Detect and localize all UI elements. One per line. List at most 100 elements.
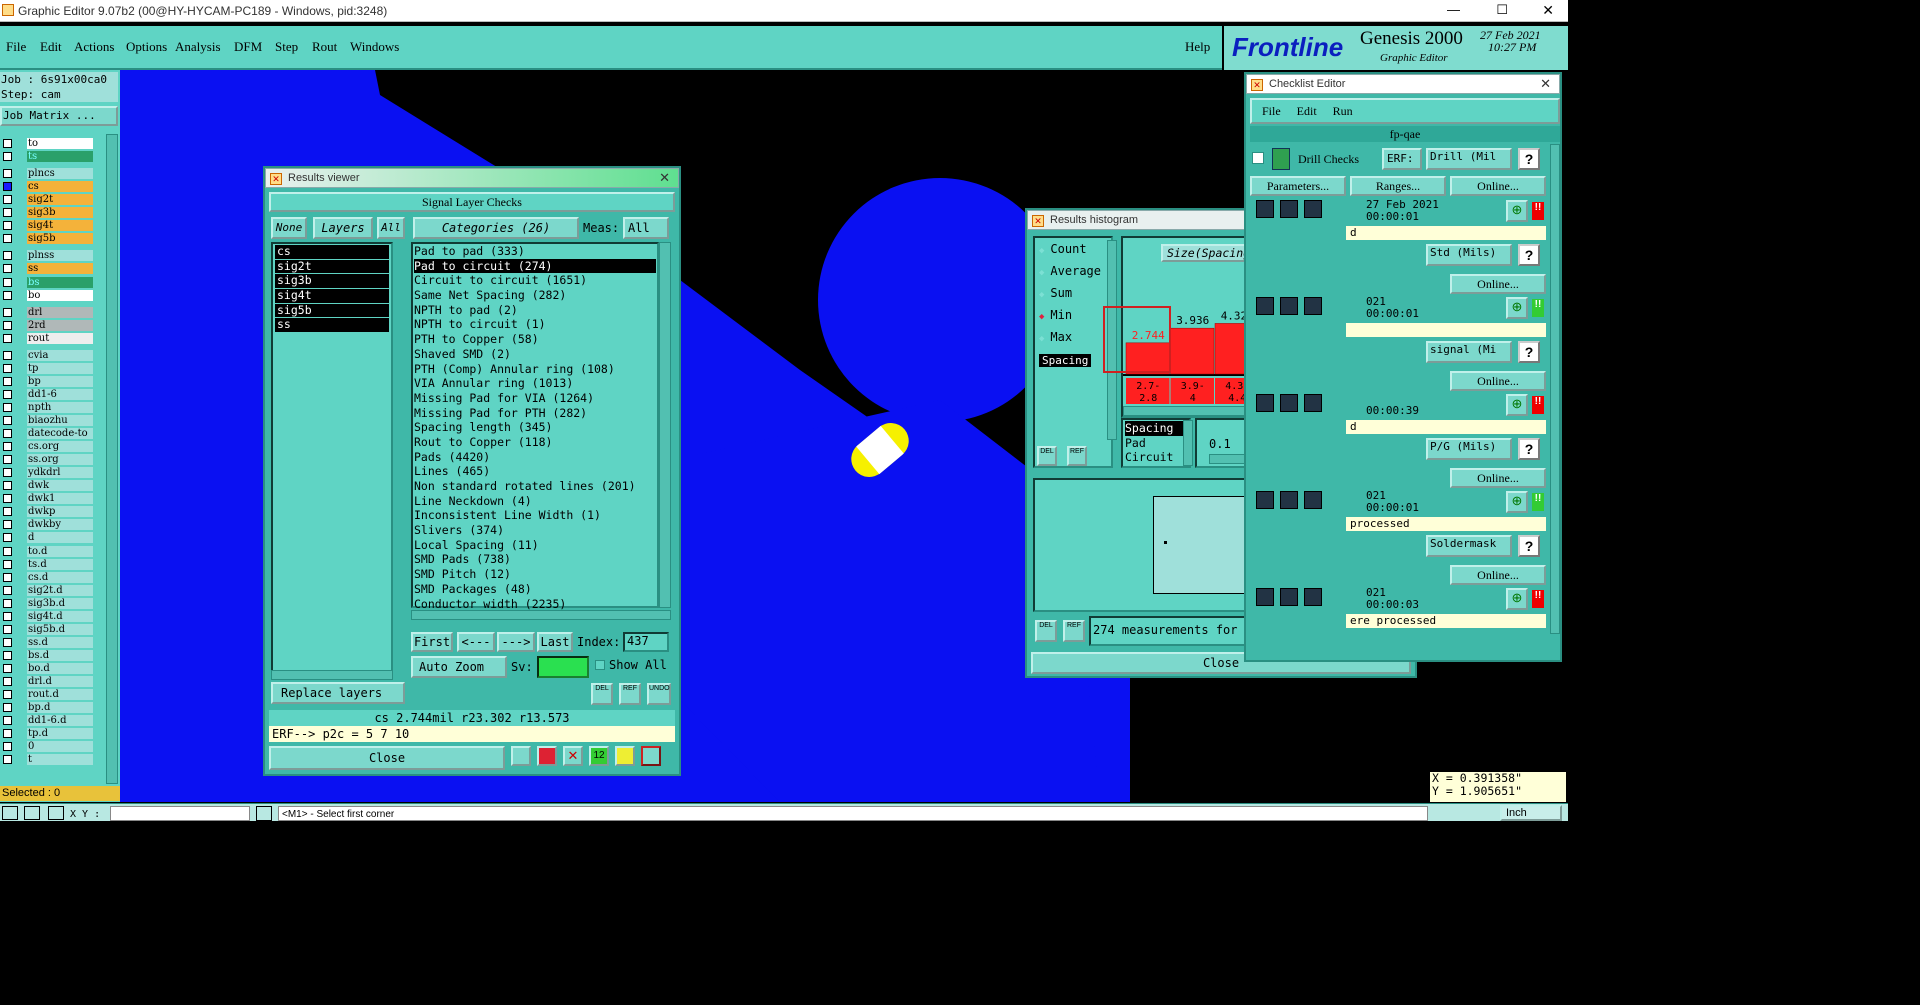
help-menu[interactable]: Help bbox=[1185, 39, 1210, 55]
menu-rout[interactable]: Rout bbox=[312, 39, 337, 55]
histogram-icon[interactable] bbox=[641, 746, 661, 766]
layer-checkbox[interactable] bbox=[3, 755, 12, 765]
layer-row[interactable]: tp.d bbox=[27, 728, 93, 740]
ref-button[interactable]: REF bbox=[619, 683, 641, 705]
category-item[interactable]: Slivers (374) bbox=[414, 523, 656, 538]
menu-options[interactable]: Options bbox=[126, 39, 167, 55]
layer-checkbox[interactable] bbox=[3, 598, 12, 608]
layer-checkbox[interactable] bbox=[3, 277, 12, 287]
layer-checkbox[interactable] bbox=[3, 264, 12, 274]
parameters-button[interactable]: Parameters... bbox=[1250, 176, 1346, 196]
category-item[interactable]: Missing Pad for PTH (282) bbox=[414, 406, 656, 421]
layer-row[interactable]: dwk bbox=[27, 480, 93, 492]
layer-row[interactable]: 2rd bbox=[27, 319, 93, 331]
layer-checkbox[interactable] bbox=[3, 208, 12, 218]
layer-checkbox[interactable] bbox=[3, 402, 12, 412]
layer-checkbox[interactable] bbox=[3, 637, 12, 647]
maximize-button[interactable]: ☐ bbox=[1496, 2, 1508, 18]
show-all-checkbox[interactable] bbox=[595, 660, 605, 670]
category-item[interactable]: Shaved SMD (2) bbox=[414, 347, 656, 362]
none-button[interactable]: None bbox=[271, 217, 307, 239]
category-item[interactable]: Pads (4420) bbox=[414, 450, 656, 465]
result-layer-item[interactable]: ss bbox=[275, 318, 389, 333]
run-icon[interactable] bbox=[1256, 491, 1274, 509]
layer-row[interactable]: sig3b.d bbox=[27, 597, 93, 609]
ranges-button[interactable]: Ranges... bbox=[1350, 176, 1446, 196]
job-matrix-button[interactable]: Job Matrix ... bbox=[0, 106, 118, 126]
auto-zoom-dropdown[interactable]: Auto Zoom bbox=[411, 656, 507, 678]
layer-checkbox[interactable] bbox=[3, 494, 12, 504]
undo-button[interactable]: UNDO bbox=[647, 683, 671, 705]
layer-checkbox[interactable] bbox=[3, 221, 12, 231]
cross-tool-icon[interactable] bbox=[24, 806, 40, 820]
category-item[interactable]: SMD Packages (48) bbox=[414, 582, 656, 597]
option-sum[interactable]: ◆ Sum bbox=[1035, 286, 1111, 308]
run-icon[interactable] bbox=[1304, 394, 1322, 412]
hist-ref-button[interactable]: REF bbox=[1067, 446, 1087, 466]
layer-row[interactable]: bo bbox=[27, 289, 93, 301]
minimize-button[interactable]: — bbox=[1447, 2, 1460, 17]
checklist-close-x[interactable]: ✕ bbox=[1540, 75, 1551, 93]
layer-row[interactable]: drl bbox=[27, 306, 93, 318]
checklist-titlebar[interactable]: ✕ Checklist Editor ✕ bbox=[1246, 74, 1560, 94]
run-icon[interactable] bbox=[1280, 394, 1298, 412]
category-item[interactable]: Non standard rotated lines (201) bbox=[414, 479, 656, 494]
layer-row[interactable]: biaozhu bbox=[27, 415, 93, 426]
pin-icon[interactable] bbox=[511, 746, 531, 766]
zoom-icon[interactable]: ⊕ bbox=[1506, 200, 1528, 222]
layer-checkbox[interactable] bbox=[3, 442, 12, 452]
zoom-icon[interactable]: ⊕ bbox=[1506, 297, 1528, 319]
cross-icon[interactable]: ✕ bbox=[563, 746, 583, 766]
category-list[interactable]: Pad to pad (333) Pad to circuit (274) Circ… bbox=[411, 242, 659, 611]
hist-list-item[interactable]: Pad bbox=[1125, 436, 1187, 451]
checklist-scrollbar[interactable] bbox=[1550, 144, 1560, 634]
online-button[interactable]: Online... bbox=[1450, 371, 1546, 391]
online-button[interactable]: Online... bbox=[1450, 176, 1546, 196]
category-item[interactable]: NPTH to pad (2) bbox=[414, 303, 656, 318]
zoom-icon[interactable]: ⊕ bbox=[1506, 394, 1528, 416]
option-average[interactable]: ◆ Average bbox=[1035, 264, 1111, 286]
run-icon[interactable] bbox=[1256, 297, 1274, 315]
last-button[interactable]: Last bbox=[537, 632, 573, 652]
zoom-icon[interactable]: ⊕ bbox=[1506, 588, 1528, 610]
layer-row[interactable]: sig5b.d bbox=[27, 623, 93, 635]
layer-row[interactable]: bp bbox=[27, 375, 93, 387]
layer-checkbox[interactable] bbox=[3, 716, 12, 726]
layer-row[interactable]: to.d bbox=[27, 545, 93, 557]
layer-row[interactable]: bs bbox=[27, 276, 93, 288]
layer-checkbox[interactable] bbox=[3, 742, 12, 752]
sv-color-dropdown[interactable] bbox=[537, 656, 589, 678]
zoom-icon[interactable]: ⊕ bbox=[1506, 491, 1528, 513]
layer-checkbox[interactable] bbox=[3, 546, 12, 556]
run-icon[interactable] bbox=[1280, 491, 1298, 509]
help-button[interactable]: ? bbox=[1518, 244, 1540, 266]
hist-list-scrollbar[interactable] bbox=[1183, 420, 1193, 466]
erf-dropdown[interactable]: signal (Mi bbox=[1426, 341, 1512, 363]
layer-checkbox[interactable] bbox=[3, 307, 12, 317]
erf-dropdown[interactable]: Drill (Mil bbox=[1426, 148, 1512, 170]
menu-actions[interactable]: Actions bbox=[74, 39, 114, 55]
layer-checkbox[interactable] bbox=[3, 251, 12, 261]
check-enabled-checkbox[interactable] bbox=[1252, 152, 1264, 164]
help-button[interactable]: ? bbox=[1518, 148, 1540, 170]
menu-windows[interactable]: Windows bbox=[350, 39, 399, 55]
layer-checkbox[interactable] bbox=[3, 663, 12, 673]
layer-row[interactable]: bp.d bbox=[27, 702, 93, 714]
result-layer-item[interactable]: sig2t bbox=[275, 259, 389, 274]
units-dropdown[interactable]: Inch bbox=[1500, 805, 1562, 821]
layer-row[interactable]: npth bbox=[27, 401, 93, 413]
layer-row[interactable]: sig5b bbox=[27, 233, 93, 245]
menu-edit[interactable]: Edit bbox=[40, 39, 62, 55]
result-layer-item[interactable]: cs bbox=[275, 244, 389, 259]
layer-checkbox[interactable] bbox=[3, 481, 12, 491]
layer-row[interactable]: ts bbox=[27, 151, 93, 163]
layer-row[interactable]: rout bbox=[27, 332, 93, 344]
layer-row[interactable]: rout.d bbox=[27, 689, 93, 701]
option-count[interactable]: ◆ Count bbox=[1035, 242, 1111, 264]
layer-row[interactable]: t bbox=[27, 754, 93, 766]
checklist-menu-edit[interactable]: Edit bbox=[1297, 104, 1317, 119]
layer-row[interactable]: dwkp bbox=[27, 506, 93, 518]
layer-hscroll[interactable] bbox=[271, 670, 393, 680]
hist-del-button[interactable]: DEL bbox=[1037, 446, 1057, 466]
category-item[interactable]: VIA Annular ring (1013) bbox=[414, 376, 656, 391]
